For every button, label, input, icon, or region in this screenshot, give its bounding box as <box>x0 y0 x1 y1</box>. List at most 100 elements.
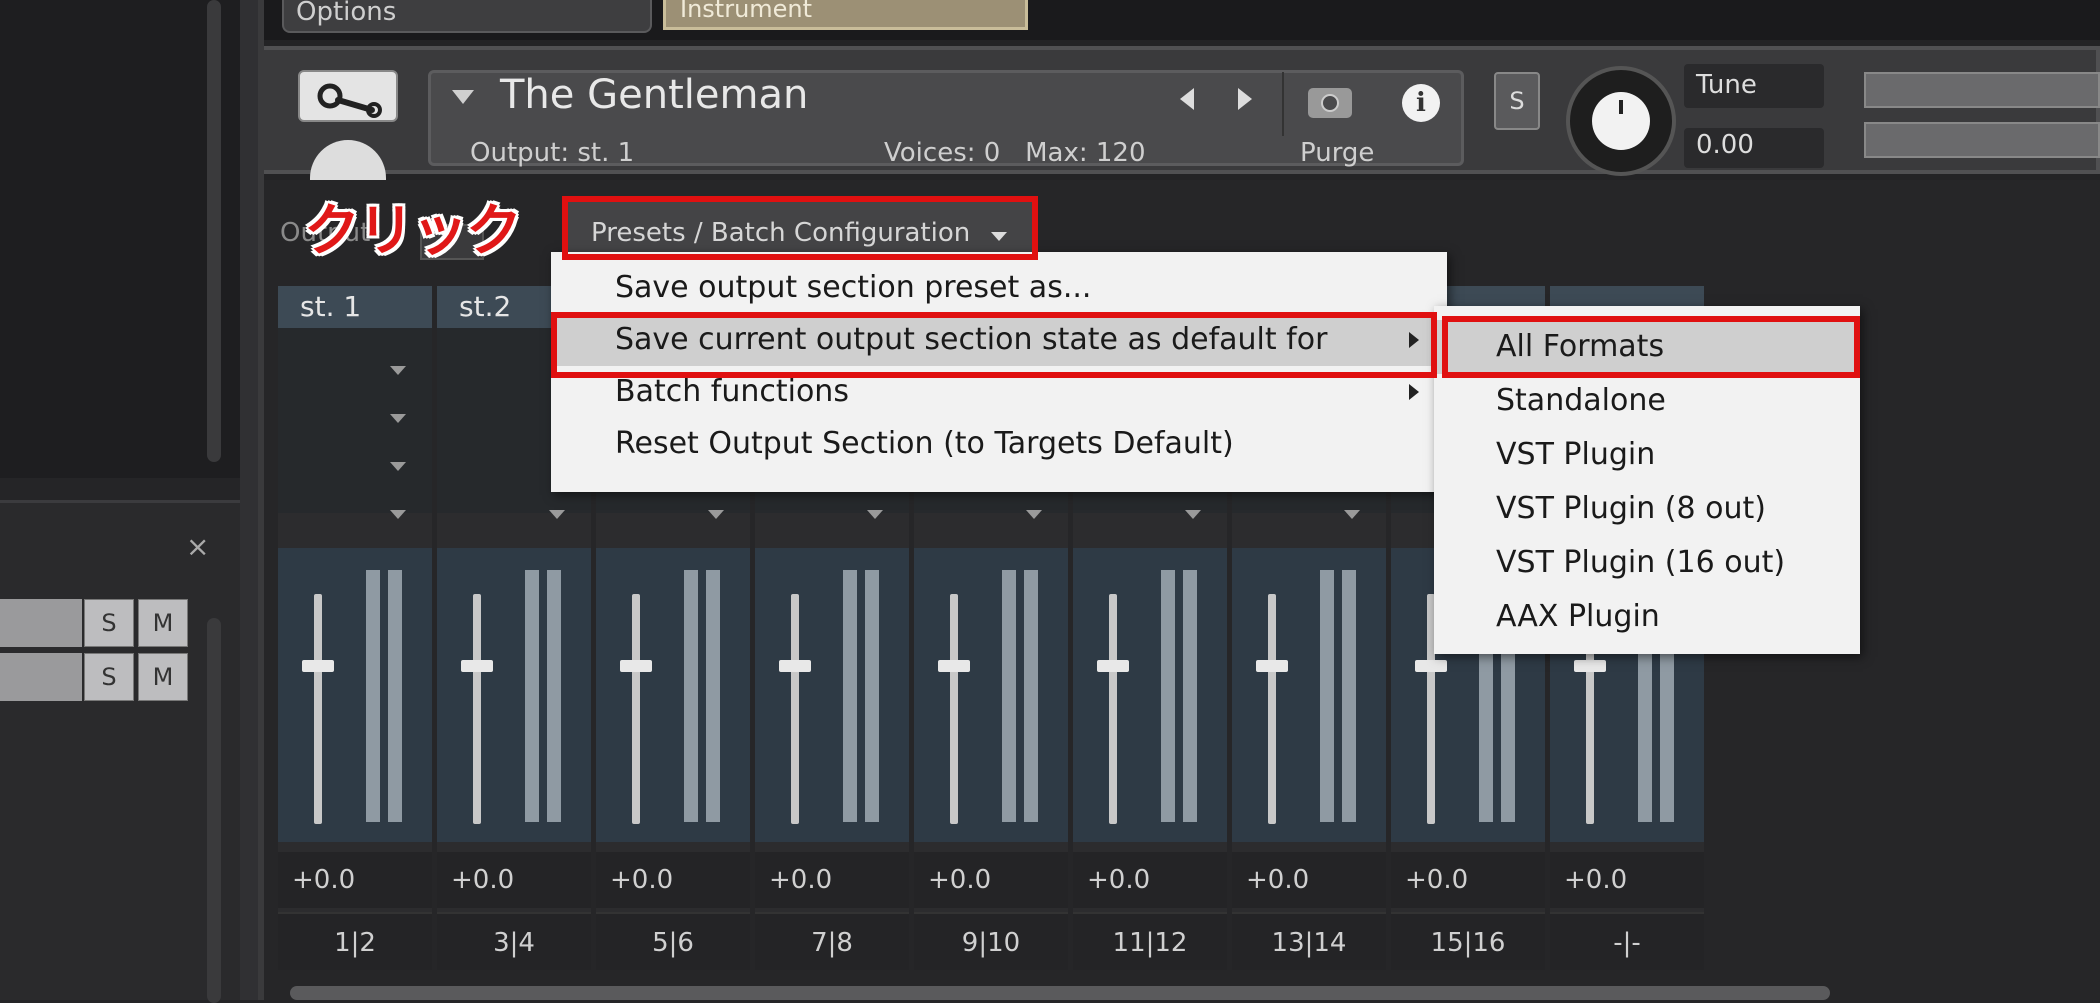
host-vertical-scrollbar[interactable] <box>207 0 221 462</box>
channel-volume[interactable]: +0.0 <box>755 852 909 908</box>
channel-fader-area <box>914 548 1068 842</box>
host-track-area <box>0 0 240 478</box>
channel-volume[interactable]: +0.0 <box>437 852 591 908</box>
channel-volume[interactable]: +0.0 <box>1391 852 1545 908</box>
fader-handle[interactable] <box>1415 660 1447 672</box>
submenu-item-vst-plugin-8-out[interactable]: VST Plugin (8 out) <box>1434 482 1860 536</box>
host-track-row: S M <box>0 653 190 703</box>
submenu-item-vst-plugin-16-out[interactable]: VST Plugin (16 out) <box>1434 536 1860 590</box>
menu-item-batch-functions-label: Batch functions <box>615 374 849 409</box>
channel-meter-left <box>843 570 857 822</box>
channel-fader-area <box>278 548 432 842</box>
fader-track[interactable] <box>632 594 640 824</box>
mute-button[interactable]: M <box>138 599 188 647</box>
menu-item-reset-output[interactable]: Reset Output Section (to Targets Default… <box>551 418 1447 470</box>
insert-dropdown-icon[interactable] <box>1026 510 1042 519</box>
insert-dropdown-icon[interactable] <box>867 510 883 519</box>
channel-meter-right <box>1024 570 1038 822</box>
annotation-highlight-save-default <box>551 312 1437 378</box>
tab-options[interactable]: Options <box>282 0 652 33</box>
channel-routing[interactable]: 9|10 <box>914 912 1068 970</box>
voices-value: 0 <box>983 138 1001 168</box>
channel-volume[interactable]: +0.0 <box>596 852 750 908</box>
purge-button[interactable]: Purge <box>1300 138 1374 168</box>
channel-meter-right <box>547 570 561 822</box>
insert-dropdown-icon[interactable] <box>390 366 406 375</box>
channel-volume[interactable]: +0.0 <box>1073 852 1227 908</box>
next-instrument-icon[interactable] <box>1238 88 1252 110</box>
channel-routing[interactable]: 15|16 <box>1391 912 1545 970</box>
channel-volume[interactable]: +0.0 <box>278 852 432 908</box>
tune-value: 0.00 <box>1696 130 1754 160</box>
insert-dropdown-icon[interactable] <box>390 510 406 519</box>
tune-knob[interactable] <box>1566 66 1676 176</box>
fader-handle[interactable] <box>779 660 811 672</box>
channel-name[interactable]: st. 1 <box>278 286 432 328</box>
track-name-field[interactable] <box>0 653 82 701</box>
fader-track[interactable] <box>314 594 322 824</box>
fader-handle[interactable] <box>302 660 334 672</box>
channel-routing[interactable]: -|- <box>1550 912 1704 970</box>
submenu-item-aax-plugin[interactable]: AAX Plugin <box>1434 590 1860 644</box>
channel-meter-left <box>366 570 380 822</box>
fader-handle[interactable] <box>461 660 493 672</box>
fader-handle[interactable] <box>1097 660 1129 672</box>
menu-item-save-preset[interactable]: Save output section preset as... <box>551 262 1447 314</box>
solo-button[interactable]: S <box>84 653 134 701</box>
fader-track[interactable] <box>473 594 481 824</box>
submenu-item-standalone[interactable]: Standalone <box>1434 374 1860 428</box>
info-icon[interactable]: i <box>1402 84 1440 122</box>
fader-track[interactable] <box>1268 594 1276 824</box>
channel-volume[interactable]: +0.0 <box>1550 852 1704 908</box>
horizontal-scrollbar[interactable] <box>290 986 1830 1000</box>
channel-volume[interactable]: +0.0 <box>1232 852 1386 908</box>
host-mixer-scrollbar[interactable] <box>207 618 221 1003</box>
camera-icon[interactable] <box>1308 88 1352 118</box>
fader-handle[interactable] <box>1574 660 1606 672</box>
channel-fader-area <box>755 548 909 842</box>
tab-instrument[interactable]: Instrument <box>663 0 1028 30</box>
submenu-item-vst-plugin[interactable]: VST Plugin <box>1434 428 1860 482</box>
fader-handle[interactable] <box>1256 660 1288 672</box>
insert-dropdown-icon[interactable] <box>390 414 406 423</box>
insert-dropdown-icon[interactable] <box>708 510 724 519</box>
previous-instrument-icon[interactable] <box>1180 88 1194 110</box>
track-name-field[interactable] <box>0 599 82 647</box>
channel-meter-right <box>865 570 879 822</box>
instrument-menu-caret-icon[interactable] <box>452 90 474 104</box>
insert-dropdown-icon[interactable] <box>390 462 406 471</box>
wrench-icon <box>317 83 382 118</box>
insert-dropdown-icon[interactable] <box>1185 510 1201 519</box>
channel-routing[interactable]: 13|14 <box>1232 912 1386 970</box>
panel-separator <box>240 0 258 1000</box>
insert-dropdown-icon[interactable] <box>1344 510 1360 519</box>
solo-button[interactable]: S <box>84 599 134 647</box>
max-value[interactable]: 120 <box>1096 138 1146 168</box>
solo-instrument-button[interactable]: S <box>1494 72 1540 130</box>
fader-handle[interactable] <box>620 660 652 672</box>
channel-routing[interactable]: 3|4 <box>437 912 591 970</box>
fader-track[interactable] <box>1109 594 1117 824</box>
channel-routing[interactable]: 7|8 <box>755 912 909 970</box>
wrench-button[interactable] <box>298 70 398 122</box>
output-selector[interactable]: Output: st. 1 <box>470 138 634 168</box>
channel-meter-left <box>684 570 698 822</box>
channel-fader-area <box>596 548 750 842</box>
fader-track[interactable] <box>791 594 799 824</box>
channel-meter-right <box>1342 570 1356 822</box>
fader-handle[interactable] <box>938 660 970 672</box>
host-track-row: S M <box>0 599 190 649</box>
channel-routing[interactable]: 1|2 <box>278 912 432 970</box>
channel-routing[interactable]: 11|12 <box>1073 912 1227 970</box>
channel-routing[interactable]: 5|6 <box>596 912 750 970</box>
host-mixer-panel: S M S M <box>0 500 240 1003</box>
mute-button[interactable]: M <box>138 653 188 701</box>
channel-meter-left <box>1320 570 1334 822</box>
fader-track[interactable] <box>950 594 958 824</box>
submenu-arrow-icon <box>1409 384 1419 400</box>
tune-label: Tune <box>1696 70 1757 100</box>
close-icon[interactable]: × <box>186 530 209 563</box>
channel-meter-left <box>1002 570 1016 822</box>
insert-dropdown-icon[interactable] <box>549 510 565 519</box>
channel-volume[interactable]: +0.0 <box>914 852 1068 908</box>
